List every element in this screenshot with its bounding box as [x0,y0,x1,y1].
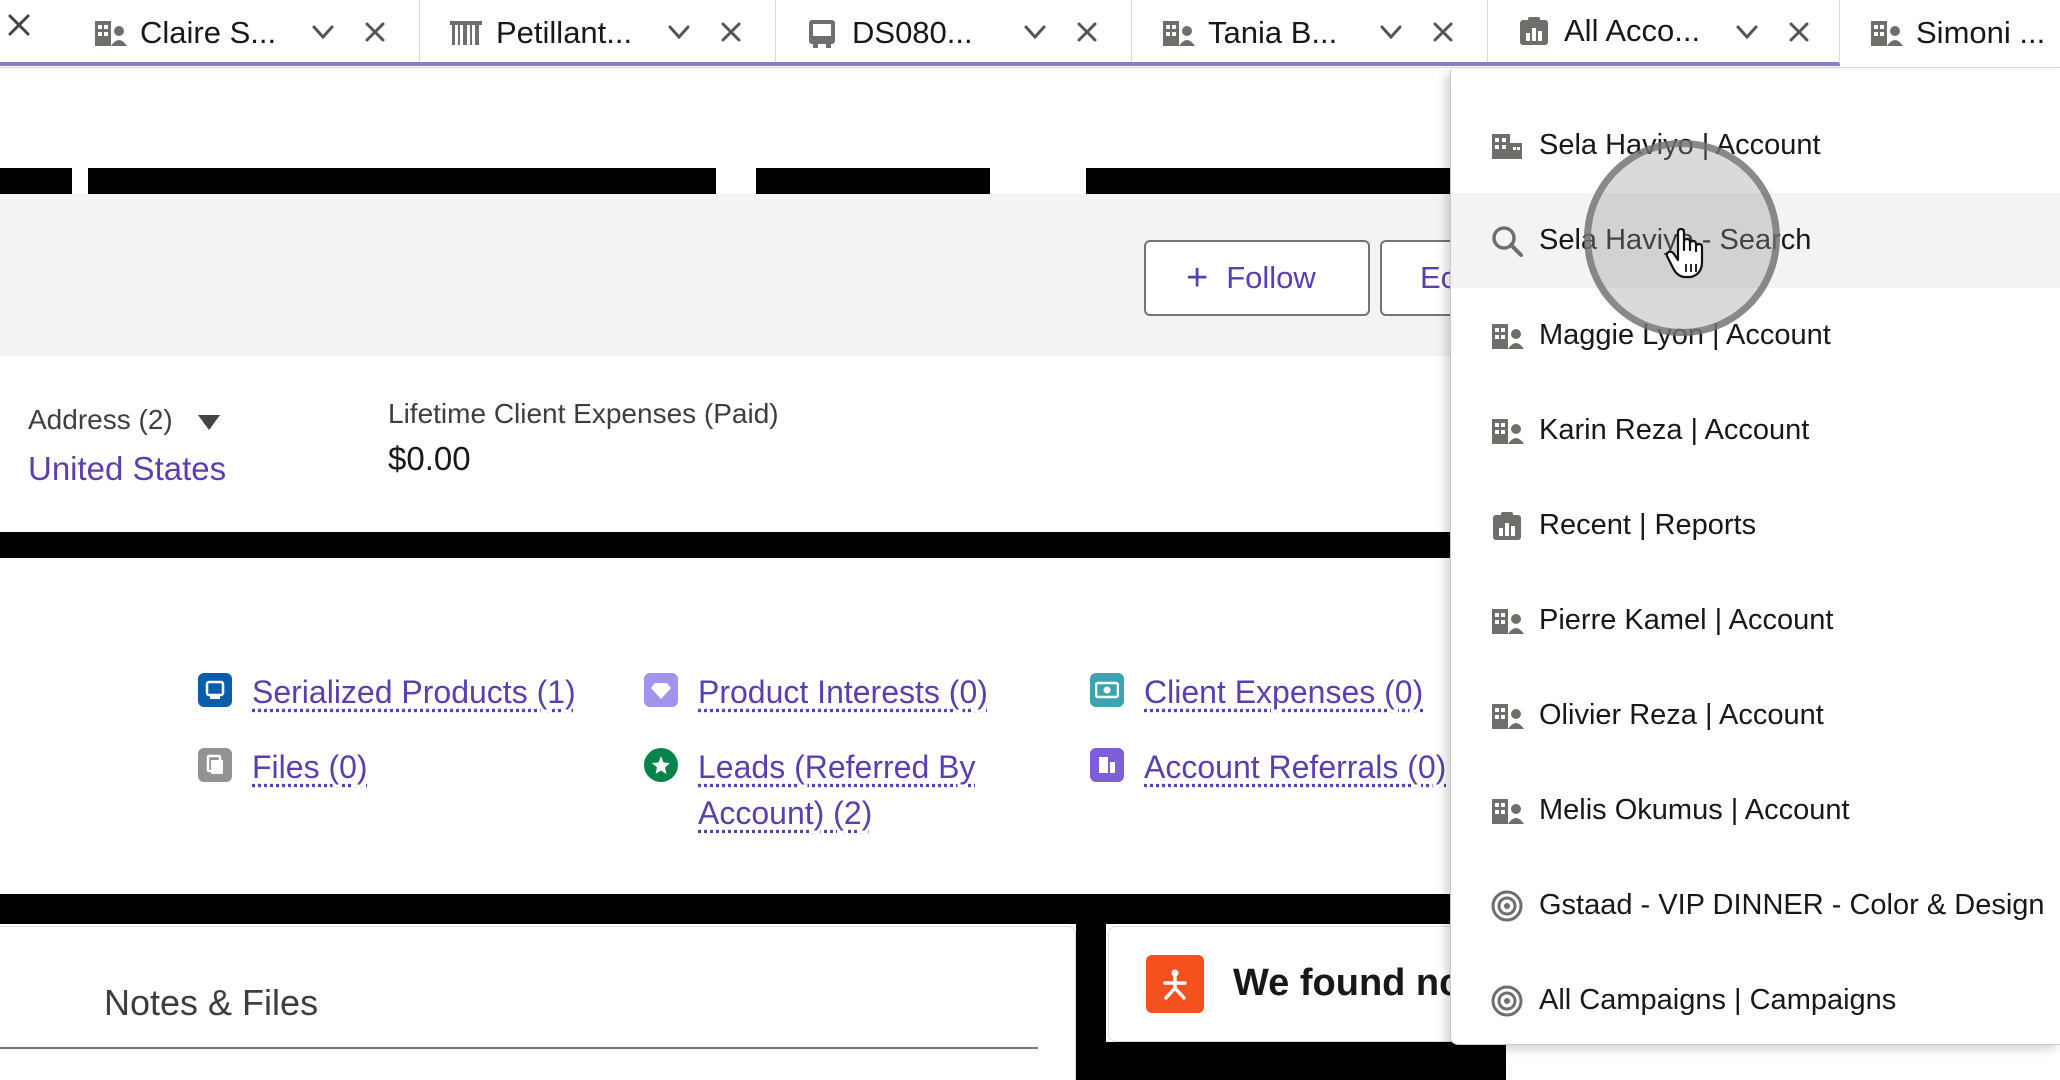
file-icon [198,748,232,782]
tab-petillant[interactable]: Petillant... [420,0,776,66]
tab-label: All Acco... [1564,13,1701,48]
chevron-down-icon[interactable] [1376,17,1406,47]
column-divider [1076,924,1106,1080]
search-icon [1489,224,1525,258]
building-icon [1489,129,1525,163]
dropdown-item-label: Karin Reza | Account [1539,414,1810,446]
section-divider [0,532,1460,558]
no-results-heading: We found nc [1233,962,1461,1004]
device-icon [804,17,840,49]
close-icon[interactable] [1072,17,1102,47]
chevron-down-icon[interactable] [308,17,338,47]
address-label: Address (2) [28,404,173,435]
referral-icon [1090,748,1124,782]
report-icon [1489,509,1525,543]
related-link-product-interests[interactable]: Product Interests (0) [644,669,988,715]
expense-label: Lifetime Client Expenses (Paid) [388,398,779,429]
dropdown-item[interactable]: Karin Reza | Account [1451,383,2060,478]
related-link-label: Client Expenses (0) [1144,674,1424,710]
close-icon[interactable] [4,10,34,40]
serialized-product-icon [198,673,232,707]
account-icon [92,17,128,49]
chevron-down-icon[interactable] [664,17,694,47]
related-link-label: Serialized Products (1) [252,674,576,710]
related-link-serialized-products[interactable]: Serialized Products (1) [198,669,576,715]
banner-notch [716,168,756,194]
dropdown-item[interactable]: Olivier Reza | Account [1451,668,2060,763]
campaign-icon [1489,889,1525,923]
tab-label: Tania B... [1208,15,1338,50]
related-link-files[interactable]: Files (0) [198,744,368,790]
money-icon [1090,673,1124,707]
banner-notch [72,168,88,194]
tab-label: Claire S... [140,15,277,50]
follow-button[interactable]: + Follow [1144,240,1370,316]
einstein-icon [1146,955,1204,1013]
related-link-label: Files (0) [252,749,368,785]
related-link-client-expenses[interactable]: Client Expenses (0) [1090,669,1423,715]
section-divider [1106,1042,1506,1080]
dropdown-item-label: Recent | Reports [1539,509,1757,541]
chevron-down-icon[interactable] [1020,17,1050,47]
related-link-label: Account Referrals (0) [1144,749,1447,785]
dropdown-item[interactable]: All Campaigns | Campaigns [1451,953,2060,1044]
tab-simoni[interactable]: Simoni ... [1840,0,2060,66]
related-link-label: Leads (Referred By Account) (2) [698,749,976,831]
lead-star-icon [644,748,678,782]
account-icon [1489,699,1525,733]
tab-accent-line [0,62,1838,66]
tab-label: Simoni ... [1916,15,2046,50]
account-icon [1489,319,1525,353]
dropdown-item-label: Melis Okumus | Account [1539,794,1850,826]
expense-value: $0.00 [388,440,471,477]
dropdown-item[interactable]: Gstaad - VIP DINNER - Color & Design [1451,858,2060,953]
tab-label: DS080... [852,15,973,50]
tab-tania[interactable]: Tania B... [1132,0,1488,66]
close-icon[interactable] [1428,17,1458,47]
dropdown-item[interactable]: Melis Okumus | Account [1451,763,2060,858]
tab-ds080[interactable]: DS080... [776,0,1132,66]
related-link-label: Product Interests (0) [698,674,988,710]
dropdown-item-label: Gstaad - VIP DINNER - Color & Design [1539,889,2045,921]
campaign-icon [1489,984,1525,1018]
diamond-icon [644,673,678,707]
tab-all-accounts[interactable]: All Acco... [1488,0,1840,66]
dropdown-item-label: All Campaigns | Campaigns [1539,984,1897,1016]
related-link-leads[interactable]: Leads (Referred By Account) (2) [644,744,1004,836]
follow-label: Follow [1226,260,1316,295]
related-link-account-referrals[interactable]: Account Referrals (0) [1090,744,1446,790]
banner-notch [990,168,1086,194]
dropdown-item-label: Olivier Reza | Account [1539,699,1824,731]
tab-claire[interactable]: Claire S... [64,0,420,66]
close-icon[interactable] [360,17,390,47]
account-icon [1489,604,1525,638]
account-icon [1489,794,1525,828]
hand-cursor-icon [1665,228,1704,279]
account-icon [1868,17,1904,49]
tab-bar: Claire S... Petillant... DS080... Tania … [0,0,2060,68]
dropdown-item[interactable]: Pierre Kamel | Account [1451,573,2060,668]
card-divider [0,1047,1038,1049]
address-link[interactable]: United States [28,450,226,488]
dropdown-item[interactable]: Recent | Reports [1451,478,2060,573]
plus-icon: + [1186,257,1209,299]
chevron-down-icon[interactable] [1732,17,1762,47]
notes-files-title[interactable]: Notes & Files [104,982,318,1024]
section-divider [0,894,1460,924]
tab-label: Petillant... [496,15,633,50]
close-icon[interactable] [1784,17,1814,47]
report-icon [1516,15,1552,47]
account-icon [1489,414,1525,448]
close-icon[interactable] [716,17,746,47]
account-icon [1160,17,1196,49]
caret-down-icon[interactable] [196,412,222,432]
barcode-icon [448,17,484,49]
dropdown-item-label: Pierre Kamel | Account [1539,604,1834,636]
